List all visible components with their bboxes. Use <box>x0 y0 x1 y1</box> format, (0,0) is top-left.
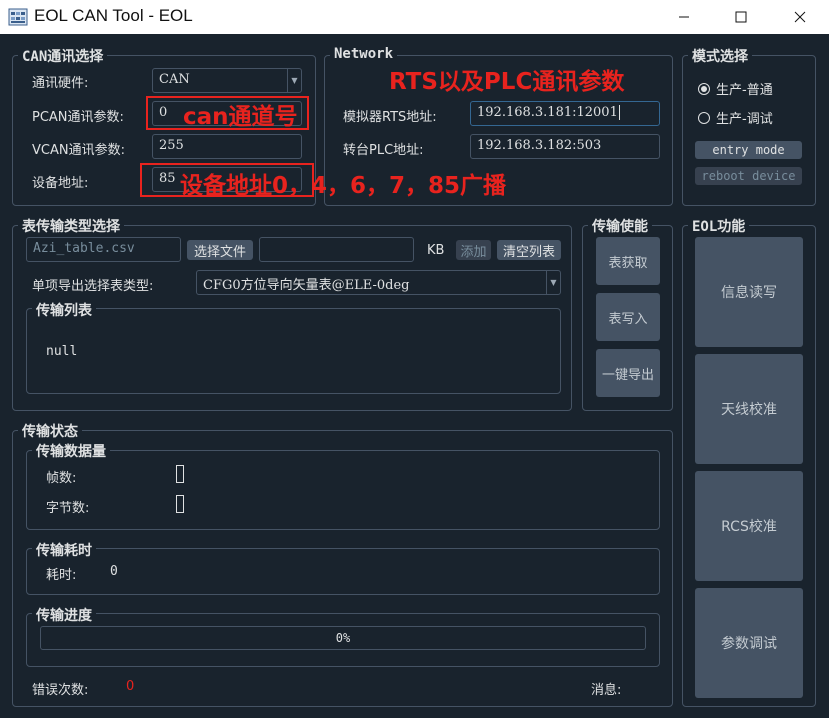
vcan-label: VCAN通讯参数: <box>32 143 125 158</box>
time-group-title: 传输耗时 <box>32 540 96 560</box>
data-amount-group <box>26 450 660 530</box>
transfer-list-title: 传输列表 <box>32 300 96 320</box>
error-count-value: 0 <box>126 679 135 694</box>
file-path-input[interactable]: Azi_table.csv <box>26 237 181 262</box>
table-transfer-title: 表传输类型选择 <box>18 216 124 236</box>
export-type-select[interactable]: CFG0方位导向矢量表@ELE-0deg ▼ <box>196 270 561 295</box>
bytes-indicator <box>176 495 184 513</box>
data-amount-title: 传输数据量 <box>32 441 110 461</box>
radio-normal[interactable]: 生产-普通 <box>698 79 773 98</box>
eol-group-title: EOL功能 <box>688 216 750 236</box>
annotation-device-address: 设备地址0，4，6，7，85广播 <box>180 173 507 199</box>
antenna-cal-button[interactable]: 天线校准 <box>695 354 803 464</box>
kb-label: KB <box>427 243 445 258</box>
app-grid-icon <box>8 8 28 26</box>
annotation-can-channel: can通道号 <box>183 104 298 130</box>
close-button[interactable] <box>777 0 823 34</box>
hardware-select[interactable]: CAN ▼ <box>152 68 302 93</box>
clear-list-button[interactable]: 清空列表 <box>497 240 561 260</box>
get-table-button[interactable]: 表获取 <box>596 237 660 285</box>
pcan-label: PCAN通讯参数: <box>32 110 124 125</box>
radio-debug[interactable]: 生产-调试 <box>698 108 773 127</box>
device-address-label: 设备地址: <box>32 176 89 191</box>
info-rw-button[interactable]: 信息读写 <box>695 237 803 347</box>
entry-mode-button[interactable]: entry mode <box>695 141 802 159</box>
chevron-down-icon: ▼ <box>287 69 301 92</box>
transfer-list-group <box>26 308 561 394</box>
choose-file-button[interactable]: 选择文件 <box>187 240 253 260</box>
list-item[interactable]: null <box>46 344 77 359</box>
rts-address-value: 192.168.3.181:12001 <box>477 105 618 120</box>
radio-checked-icon <box>698 82 710 95</box>
message-label: 消息: <box>591 683 622 698</box>
radio-debug-label: 生产-调试 <box>716 112 773 127</box>
param-debug-button[interactable]: 参数调试 <box>695 588 803 698</box>
one-click-export-button[interactable]: 一键导出 <box>596 349 660 397</box>
rts-label: 模拟器RTS地址: <box>343 110 437 125</box>
maximize-button[interactable] <box>718 0 764 34</box>
time-value: 0 <box>110 564 118 579</box>
frames-label: 帧数: <box>46 471 77 486</box>
transfer-enable-title: 传输使能 <box>588 216 652 236</box>
window-title: EOL CAN Tool - EOL <box>34 6 193 25</box>
mode-group-title: 模式选择 <box>688 46 752 66</box>
can-group-title: CAN通讯选择 <box>18 46 108 66</box>
plc-address-input[interactable]: 192.168.3.182:503 <box>470 134 660 159</box>
minimize-button[interactable] <box>661 0 707 34</box>
progress-text: 0% <box>335 631 351 645</box>
rts-address-input[interactable]: 192.168.3.181:12001 <box>470 101 660 126</box>
network-group-title: Network <box>330 46 398 62</box>
frames-indicator <box>176 465 184 483</box>
rcs-cal-button[interactable]: RCS校准 <box>695 471 803 581</box>
radio-unchecked-icon <box>698 111 710 124</box>
title-bar: EOL CAN Tool - EOL <box>0 0 829 34</box>
add-button[interactable]: 添加 <box>456 240 491 260</box>
write-table-button[interactable]: 表写入 <box>596 293 660 341</box>
time-group <box>26 548 660 595</box>
export-type-label: 单项导出选择表类型: <box>32 279 154 294</box>
file-size-input[interactable] <box>259 237 414 262</box>
hardware-value: CAN <box>159 72 190 87</box>
export-type-value: CFG0方位导向矢量表@ELE-0deg <box>203 278 410 293</box>
error-count-label: 错误次数: <box>32 683 89 698</box>
transfer-status-title: 传输状态 <box>18 421 82 441</box>
hardware-label: 通讯硬件: <box>32 76 89 91</box>
progress-bar: 0% <box>40 626 646 650</box>
progress-group-title: 传输进度 <box>32 605 96 625</box>
reboot-device-button[interactable]: reboot device <box>695 167 802 185</box>
chevron-down-icon: ▼ <box>546 271 560 294</box>
vcan-input[interactable]: 255 <box>152 134 302 159</box>
bytes-label: 字节数: <box>46 501 90 516</box>
annotation-rts-plc: RTS以及PLC通讯参数 <box>389 69 625 95</box>
radio-normal-label: 生产-普通 <box>716 83 773 98</box>
plc-label: 转台PLC地址: <box>343 143 424 158</box>
time-label: 耗时: <box>46 568 77 583</box>
